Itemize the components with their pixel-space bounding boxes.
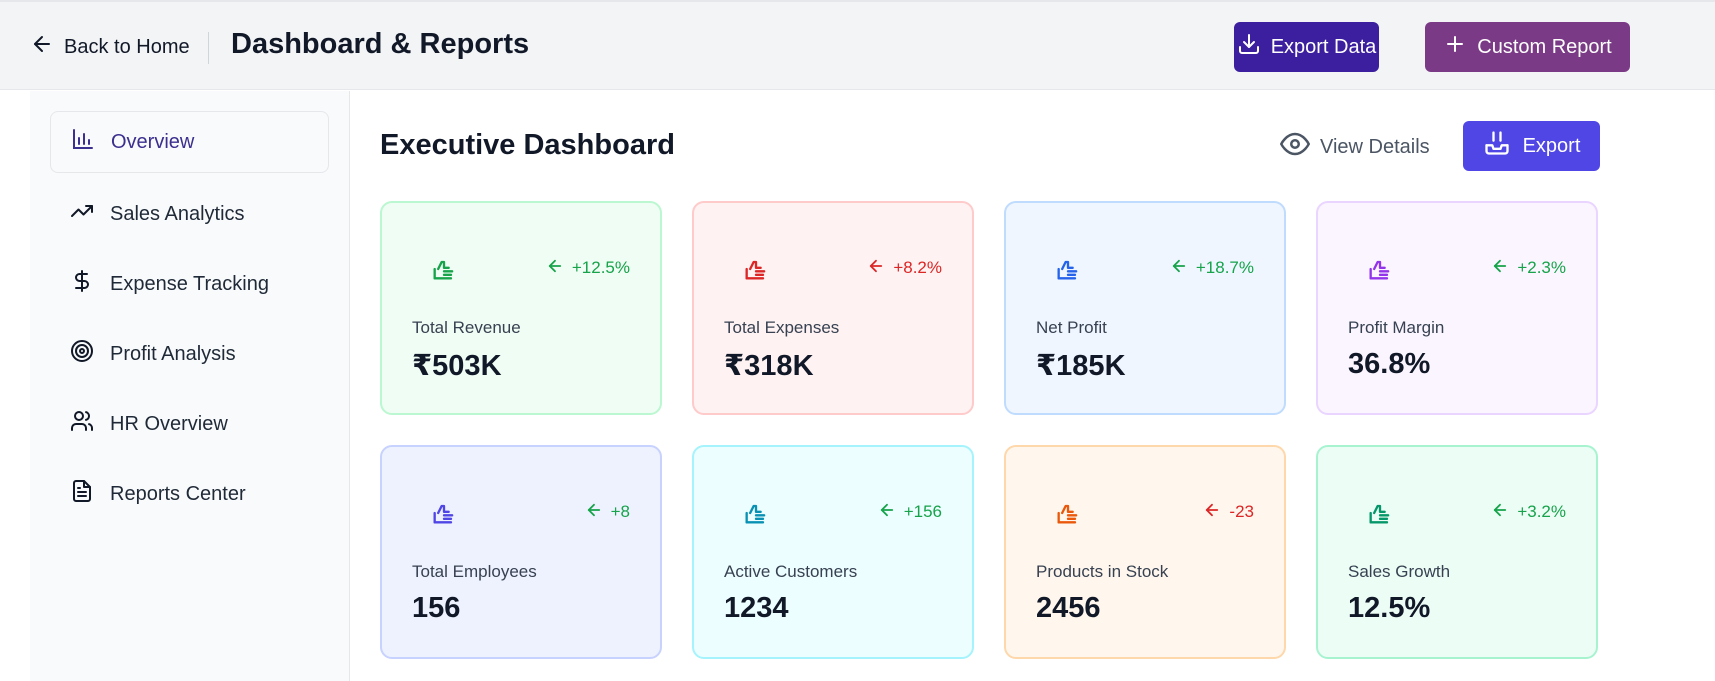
sidebar-item-overview[interactable]: Overview [50, 111, 329, 173]
users-icon [70, 409, 94, 439]
change-value: +18.7% [1195, 258, 1254, 277]
export-data-button[interactable]: Export Data [1234, 22, 1379, 72]
metric-card-sales-growth[interactable]: +3.2% Sales Growth 12.5% [1316, 445, 1598, 659]
change-indicator: +8.2% [867, 255, 942, 281]
file-text-icon [70, 479, 94, 509]
export-data-label: Export Data [1270, 35, 1377, 58]
sidebar-item-label: Expense Tracking [110, 272, 269, 295]
arrow-left-icon [30, 32, 54, 62]
metric-label: Profit Margin [1348, 318, 1445, 337]
header-divider [208, 32, 209, 64]
hand-coins-icon [742, 499, 770, 527]
custom-report-label: Custom Report [1477, 35, 1612, 58]
page-title: Dashboard & Reports [231, 28, 530, 60]
metric-value: 36.8% [1348, 348, 1431, 380]
change-value: +8.2% [893, 258, 942, 277]
view-details-button[interactable]: View Details [1280, 130, 1430, 164]
arrow-left-icon [878, 501, 896, 524]
change-value: +3.2% [1517, 502, 1566, 521]
sidebar-item-label: Profit Analysis [110, 342, 236, 365]
section-title: Executive Dashboard [380, 129, 675, 161]
metric-card-active-customers[interactable]: +156 Active Customers 1234 [692, 445, 974, 659]
metric-value: 12.5% [1348, 592, 1431, 624]
hand-coins-icon [1366, 499, 1394, 527]
change-indicator: -23 [1203, 499, 1254, 525]
arrow-left-icon [1203, 501, 1221, 524]
metric-value: ₹318K [724, 350, 814, 382]
metric-label: Active Customers [724, 562, 858, 581]
arrow-left-icon [1491, 501, 1509, 524]
metric-card-total-employees[interactable]: +8 Total Employees 156 [380, 445, 662, 659]
back-to-home-link[interactable]: Back to Home [30, 32, 190, 62]
metric-value: ₹185K [1036, 350, 1126, 382]
metric-value: 2456 [1036, 592, 1101, 624]
arrow-left-icon [546, 257, 564, 280]
change-value: +156 [903, 502, 942, 521]
change-indicator: +3.2% [1491, 499, 1566, 525]
arrow-left-icon [1170, 257, 1188, 280]
metric-card-net-profit[interactable]: +18.7% Net Profit ₹185K [1004, 201, 1286, 415]
metric-label: Total Expenses [724, 318, 840, 337]
change-indicator: +18.7% [1170, 255, 1254, 281]
view-details-label: View Details [1320, 135, 1430, 158]
change-indicator: +156 [878, 499, 942, 525]
sidebar-item-label: Overview [111, 130, 195, 153]
change-value: +8 [610, 502, 630, 521]
sidebar-item-label: HR Overview [110, 412, 228, 435]
sidebar-item-profit-analysis[interactable]: Profit Analysis [50, 323, 329, 385]
metric-card-total-expenses[interactable]: +8.2% Total Expenses ₹318K [692, 201, 974, 415]
metric-card-total-revenue[interactable]: +12.5% Total Revenue ₹503K [380, 201, 662, 415]
hand-coins-icon [742, 255, 770, 283]
metric-label: Products in Stock [1036, 562, 1169, 581]
dollar-icon [70, 269, 94, 299]
change-value: +12.5% [571, 258, 630, 277]
metric-value: 156 [412, 592, 461, 624]
target-icon [70, 339, 94, 369]
plus-icon [1443, 32, 1467, 62]
sidebar-item-sales-analytics[interactable]: Sales Analytics [50, 183, 329, 245]
change-indicator: +8 [585, 499, 630, 525]
bar-chart-icon [71, 127, 95, 157]
metric-label: Total Employees [412, 562, 537, 581]
hand-coins-icon [1366, 255, 1394, 283]
hand-coins-icon [1054, 499, 1082, 527]
metric-value: 1234 [724, 592, 789, 624]
sidebar-item-expense-tracking[interactable]: Expense Tracking [50, 253, 329, 315]
export-label: Export [1522, 134, 1581, 157]
change-value: +2.3% [1517, 258, 1566, 277]
eye-icon [1280, 129, 1310, 165]
export-button[interactable]: Export [1463, 121, 1600, 171]
arrow-left-icon [867, 257, 885, 280]
hand-coins-icon [430, 499, 458, 527]
metric-card-products-in-stock[interactable]: -23 Products in Stock 2456 [1004, 445, 1286, 659]
metric-value: ₹503K [412, 350, 502, 382]
arrow-left-icon [585, 501, 603, 524]
hand-coins-icon [430, 255, 458, 283]
change-indicator: +12.5% [546, 255, 630, 281]
metric-card-profit-margin[interactable]: +2.3% Profit Margin 36.8% [1316, 201, 1598, 415]
custom-report-button[interactable]: Custom Report [1425, 22, 1630, 72]
metric-label: Net Profit [1036, 318, 1107, 337]
sidebar-item-hr-overview[interactable]: HR Overview [50, 393, 329, 455]
top-bar: Back to Home Dashboard & Reports Export … [0, 0, 1715, 90]
sidebar [30, 91, 350, 681]
metric-label: Total Revenue [412, 318, 521, 337]
download-icon [1237, 32, 1261, 62]
sidebar-item-label: Reports Center [110, 482, 246, 505]
arrow-left-icon [1491, 257, 1509, 280]
metric-label: Sales Growth [1348, 562, 1451, 581]
trending-up-icon [70, 199, 94, 229]
hand-coins-icon [1054, 255, 1082, 283]
change-indicator: +2.3% [1491, 255, 1566, 281]
sidebar-item-reports-center[interactable]: Reports Center [50, 463, 329, 525]
upload-tray-icon [1483, 129, 1511, 163]
sidebar-item-label: Sales Analytics [110, 202, 245, 225]
back-to-home-label: Back to Home [64, 35, 190, 58]
change-value: -23 [1229, 502, 1254, 521]
